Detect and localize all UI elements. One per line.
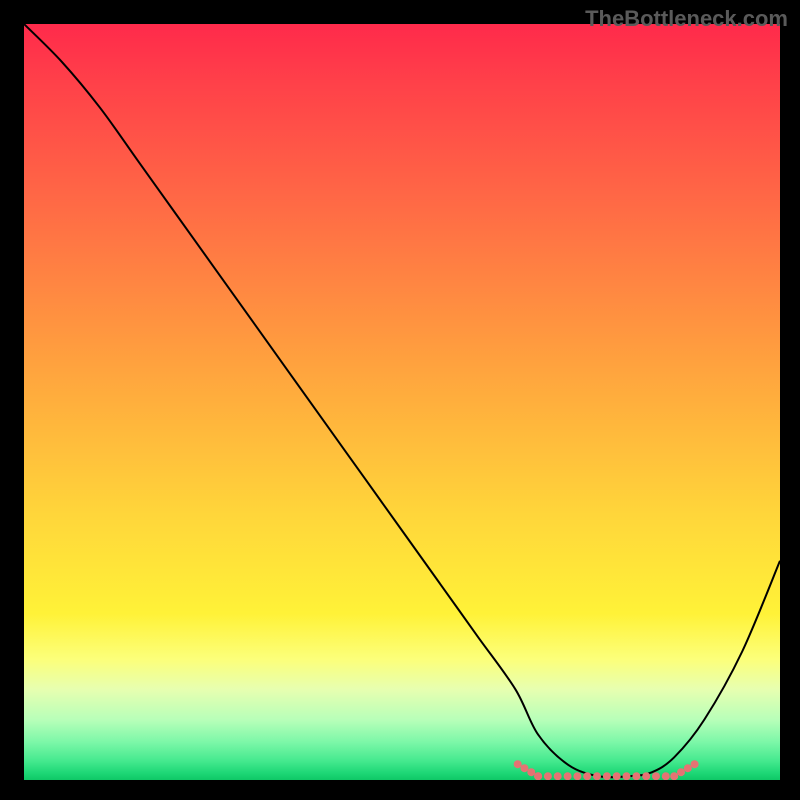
plateau-marker-dot [521, 764, 529, 772]
plateau-marker-dot [691, 760, 699, 768]
plateau-marker-dot [670, 772, 678, 780]
plateau-marker-dot [554, 772, 562, 780]
watermark-text: TheBottleneck.com [585, 6, 788, 32]
plateau-marker-dot [662, 772, 670, 780]
plateau-marker-dot [564, 772, 572, 780]
plateau-marker-dot [677, 768, 685, 776]
plateau-marker-dot [603, 772, 611, 780]
plateau-marker-dot [527, 768, 535, 776]
plateau-marker-dot [684, 764, 692, 772]
plateau-marker-dot [544, 772, 552, 780]
curve-layer [24, 24, 780, 780]
plot-area [24, 24, 780, 780]
plateau-marker-dot [514, 760, 522, 768]
plateau-marker-dot [623, 772, 631, 780]
plateau-marker-dot [583, 772, 591, 780]
plateau-marker-group [514, 760, 699, 780]
plateau-marker-dot [573, 772, 581, 780]
plateau-marker-dot [632, 772, 640, 780]
bottleneck-curve-path [24, 24, 780, 777]
plateau-marker-dot [642, 772, 650, 780]
plateau-marker-dot [593, 772, 601, 780]
plateau-marker-dot [652, 772, 660, 780]
plateau-marker-dot [613, 772, 621, 780]
plateau-marker-dot [534, 772, 542, 780]
